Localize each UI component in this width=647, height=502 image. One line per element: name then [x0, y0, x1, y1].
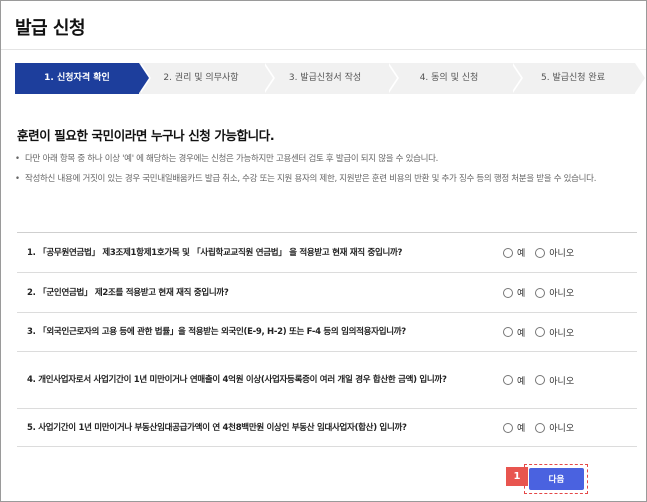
step-2-rights: 2. 권리 및 의무사항 [139, 63, 275, 94]
step-3-form: 3. 발급신청서 작성 [263, 63, 399, 94]
answer-options: 예 아니오 [503, 374, 584, 387]
progress-steps: 1. 신청자격 확인 2. 권리 및 의무사항 3. 발급신청서 작성 4. 동… [15, 63, 645, 94]
question-text: 1. 「공무원연금법」 제3조제1항제1호가목 및 「사립학교교직원 연금법」 … [27, 247, 403, 258]
eligibility-heading: 훈련이 필요한 국민이라면 누구나 신청 가능합니다. [17, 128, 275, 143]
question-row: 4. 개인사업자로서 사업기간이 1년 미만이거나 연매출이 4억원 이상(사업… [17, 352, 637, 409]
step-1-eligibility: 1. 신청자격 확인 [15, 63, 151, 94]
step-arrow-icon [387, 63, 397, 93]
answer-no[interactable]: 아니오 [535, 286, 574, 299]
radio-no[interactable] [535, 327, 546, 337]
page-title: 발급 신청 [15, 18, 86, 39]
radio-yes[interactable] [503, 375, 513, 385]
radio-no[interactable] [535, 247, 546, 258]
answer-options: 예 아니오 [503, 421, 584, 434]
note-item: 작성하신 내용에 거짓이 있는 경우 국민내일배움카드 발급 취소, 수강 또는… [15, 171, 627, 187]
question-row: 1. 「공무원연금법」 제3조제1항제1호가목 및 「사립학교교직원 연금법」 … [17, 233, 637, 273]
question-row: 3. 「외국인근로자의 고용 등에 관한 법률」을 적용받는 외국인(E-9, … [17, 313, 637, 352]
step-label: 2. 권리 및 의무사항 [163, 73, 239, 83]
next-button-highlight: 다음 [524, 464, 588, 494]
annotation-badge: 1 [506, 467, 528, 486]
title-divider [1, 49, 646, 50]
radio-no[interactable] [535, 422, 546, 433]
step-label: 1. 신청자격 확인 [44, 73, 110, 83]
answer-yes[interactable]: 예 [503, 246, 525, 259]
question-text: 5. 사업기간이 1년 미만이거나 부동산임대공급가액이 연 4천8백만원 이상… [27, 422, 407, 433]
answer-no[interactable]: 아니오 [535, 246, 574, 259]
answer-yes[interactable]: 예 [503, 374, 525, 387]
answer-options: 예 아니오 [503, 246, 584, 259]
application-window: 발급 신청 1. 신청자격 확인 2. 권리 및 의무사항 3. 발급신청서 작… [0, 0, 647, 502]
radio-yes[interactable] [503, 247, 513, 258]
step-arrow-icon [635, 63, 645, 93]
step-arrow-icon [263, 63, 273, 93]
answer-no[interactable]: 아니오 [535, 374, 574, 387]
question-text: 2. 「군인연금법」 제2조를 적용받고 현재 재직 중입니까? [27, 287, 229, 298]
step-label: 3. 발급신청서 작성 [288, 73, 362, 83]
radio-no[interactable] [535, 287, 546, 298]
question-row: 5. 사업기간이 1년 미만이거나 부동산임대공급가액이 연 4천8백만원 이상… [17, 409, 637, 447]
radio-yes[interactable] [503, 287, 513, 298]
radio-yes[interactable] [503, 327, 513, 337]
step-arrow-icon [511, 63, 521, 93]
answer-options: 예 아니오 [503, 286, 584, 299]
answer-yes[interactable]: 예 [503, 326, 525, 339]
question-text: 3. 「외국인근로자의 고용 등에 관한 법률」을 적용받는 외국인(E-9, … [27, 327, 406, 337]
answer-options: 예 아니오 [503, 326, 584, 339]
answer-yes[interactable]: 예 [503, 286, 525, 299]
question-row: 2. 「군인연금법」 제2조를 적용받고 현재 재직 중입니까? 예 아니오 [17, 273, 637, 313]
answer-no[interactable]: 아니오 [535, 326, 574, 339]
question-text: 4. 개인사업자로서 사업기간이 1년 미만이거나 연매출이 4억원 이상(사업… [27, 375, 447, 385]
radio-yes[interactable] [503, 422, 513, 433]
answer-no[interactable]: 아니오 [535, 421, 574, 434]
question-list: 1. 「공무원연금법」 제3조제1항제1호가목 및 「사립학교교직원 연금법」 … [17, 232, 637, 447]
radio-no[interactable] [535, 375, 546, 385]
next-button[interactable]: 다음 [529, 468, 584, 490]
answer-yes[interactable]: 예 [503, 421, 525, 434]
eligibility-notes: 다만 아래 항목 중 하나 이상 '예' 에 해당하는 경우에는 신청은 가능하… [15, 151, 627, 191]
note-item: 다만 아래 항목 중 하나 이상 '예' 에 해당하는 경우에는 신청은 가능하… [15, 151, 627, 167]
step-5-complete: 5. 발급신청 완료 [511, 63, 645, 94]
step-4-consent: 4. 동의 및 신청 [387, 63, 523, 94]
step-arrow-icon [139, 63, 149, 93]
step-label: 4. 동의 및 신청 [419, 73, 479, 83]
step-label: 5. 발급신청 완료 [541, 73, 605, 83]
